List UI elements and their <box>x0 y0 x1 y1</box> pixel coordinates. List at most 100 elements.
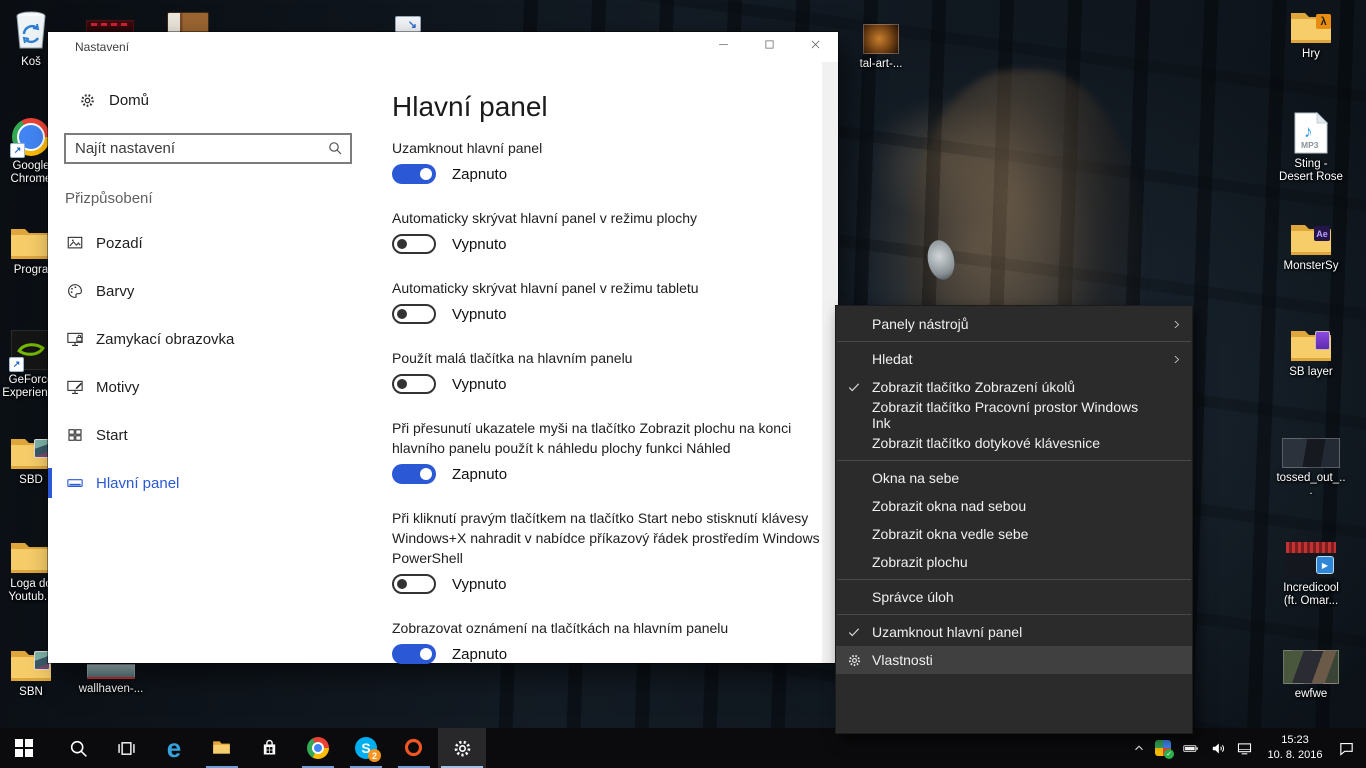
toggle-row-zobrazovat-oznameni-na-tlacitkach-na-h: Zapnuto <box>392 644 820 664</box>
sidebar-item-hlavni-panel[interactable]: Hlavní panel <box>48 459 392 507</box>
desktop-icon-hry[interactable]: λHry <box>1276 10 1346 61</box>
taskbar-button-search[interactable] <box>54 728 102 768</box>
close-button[interactable] <box>792 32 838 62</box>
search-input[interactable] <box>66 135 350 162</box>
skype-icon: S2 <box>355 737 377 759</box>
taskbar-button-skype[interactable]: S2 <box>342 728 390 768</box>
menu-separator <box>837 341 1191 342</box>
toggle-switch[interactable] <box>392 164 436 184</box>
taskbar-button-origin[interactable] <box>390 728 438 768</box>
menu-item-panely-nastroju[interactable]: Panely nástrojů <box>836 310 1192 338</box>
desktop-icon-art <box>1282 438 1340 468</box>
desktop-icon-art: ↗ <box>11 330 51 370</box>
menu-item-label: Okna na sebe <box>872 470 1160 486</box>
sidebar-item-home[interactable]: Domů <box>48 80 392 120</box>
search-box <box>64 133 352 164</box>
toggle-state-label: Vypnuto <box>452 306 507 323</box>
taskbar-button-settings[interactable] <box>438 728 486 768</box>
action-center-icon[interactable] <box>1337 740 1356 757</box>
taskbar-button-file-explorer[interactable] <box>198 728 246 768</box>
network-icon[interactable] <box>1236 740 1253 757</box>
desktop-icon-art: ▶ <box>1286 542 1336 578</box>
desktop-screen: ↘ Koš↗Google ChromeProgra↗GeForce Experi… <box>0 0 1366 768</box>
setting-pri-presunuti-ukazatele-mysi-na-tlacit: Při přesunutí ukazatele myši na tlačítko… <box>392 418 820 484</box>
origin-icon <box>403 737 425 759</box>
desktop-icon-monstersy[interactable]: AeMonsterSy <box>1276 222 1346 273</box>
menu-item-hledat[interactable]: Hledat <box>836 345 1192 373</box>
toggle-switch[interactable] <box>392 234 436 254</box>
desktop-icon-tossed-out[interactable]: tossed_out_... <box>1276 438 1346 498</box>
sidebar-item-motivy[interactable]: Motivy <box>48 363 392 411</box>
toggle-switch[interactable] <box>392 574 436 594</box>
search-icon <box>68 738 88 758</box>
window-titlebar[interactable]: Nastavení <box>48 32 838 62</box>
sidebar-item-label: Start <box>96 427 128 444</box>
menu-item-zobrazit-tlacitko-zobrazeni-ukolu[interactable]: Zobrazit tlačítko Zobrazení úkolů <box>836 373 1192 401</box>
desktop-icon-art: ↗ <box>12 118 50 156</box>
menu-item-zobrazit-tlacitko-dotykove-klavesnice[interactable]: Zobrazit tlačítko dotykové klávesnice <box>836 429 1192 457</box>
taskbar-button-start[interactable] <box>0 728 48 768</box>
menu-item-zobrazit-okna-nad-sebou[interactable]: Zobrazit okna nad sebou <box>836 492 1192 520</box>
purple-file-icon <box>1315 331 1330 350</box>
desktop-icon-ewfwe[interactable]: ewfwe <box>1276 650 1346 701</box>
toggle-switch[interactable] <box>392 304 436 324</box>
desktop-icon-sting-desert-rose[interactable]: ♪MP3Sting - Desert Rose <box>1276 112 1346 184</box>
desktop-icon-incredicool-ft-omar[interactable]: ▶Incredicool (ft. Omar... <box>1276 542 1346 608</box>
menu-item-label: Zobrazit tlačítko Pracovní prostor Windo… <box>872 399 1160 431</box>
window-title: Nastavení <box>75 40 700 54</box>
desktop-icon-art <box>9 540 53 574</box>
volume-icon[interactable] <box>1210 740 1227 757</box>
taskbar-clock[interactable]: 15:23 10. 8. 2016 <box>1262 733 1328 763</box>
sidebar-item-label: Hlavní panel <box>96 475 179 492</box>
image-thumbnail <box>1283 650 1339 684</box>
desktop-icon-art <box>9 226 53 260</box>
menu-item-zobrazit-okna-vedle-sebe[interactable]: Zobrazit okna vedle sebe <box>836 520 1192 548</box>
taskbar-button-task-view[interactable] <box>102 728 150 768</box>
minimize-icon <box>716 37 731 57</box>
battery-icon[interactable] <box>1180 740 1201 757</box>
setting-pouzit-mala-tlacitka-na-hlavnim-panelu: Použít malá tlačítka na hlavním paneluVy… <box>392 348 820 394</box>
toggle-switch[interactable] <box>392 464 436 484</box>
sidebar-item-pozadi[interactable]: Pozadí <box>48 219 392 267</box>
desktop-icon-tal-art[interactable]: tal-art-... <box>845 24 917 71</box>
maximize-button[interactable] <box>746 32 792 62</box>
toggle-knob <box>420 468 432 480</box>
palette-icon <box>66 282 84 300</box>
maximize-icon <box>762 37 777 57</box>
toggle-switch[interactable] <box>392 374 436 394</box>
menu-item-uzamknout-hlavni-panel[interactable]: Uzamknout hlavní panel <box>836 618 1192 646</box>
sidebar-item-start[interactable]: Start <box>48 411 392 459</box>
desktop-icon-sb-layer[interactable]: SB layer <box>1276 328 1346 379</box>
menu-item-zobrazit-plochu[interactable]: Zobrazit plochu <box>836 548 1192 576</box>
toggle-switch[interactable] <box>392 644 436 664</box>
desktop-icon-label: tossed_out_... <box>1276 472 1346 498</box>
desktop-icon-art <box>87 664 135 679</box>
toggle-row-pri-kliknuti-pravym-tlacitkem-na-tlaci: Vypnuto <box>392 574 820 594</box>
selected-indicator <box>48 468 52 498</box>
menu-item-spravce-uloh[interactable]: Správce úloh <box>836 583 1192 611</box>
google-drive-icon[interactable]: ✓ <box>1155 740 1171 756</box>
sidebar-item-barvy[interactable]: Barvy <box>48 267 392 315</box>
desktop-icon-wallhaven[interactable]: wallhaven-... <box>76 664 146 696</box>
desktop-icon-art <box>1289 328 1333 362</box>
menu-item-vlastnosti[interactable]: Vlastnosti <box>836 646 1192 674</box>
toggle-knob <box>397 579 407 589</box>
taskbar-button-chrome[interactable] <box>294 728 342 768</box>
setting-label: Uzamknout hlavní panel <box>392 138 820 158</box>
taskbar-button-store[interactable] <box>246 728 294 768</box>
half-life-icon: λ <box>1316 14 1331 29</box>
minimize-button[interactable] <box>700 32 746 62</box>
background-icon <box>66 234 84 252</box>
hidden-icons-chevron-icon[interactable] <box>1132 741 1146 755</box>
partial-desktop-icon-document[interactable]: ↘ <box>395 16 421 33</box>
desktop-icon-art: ♪MP3 <box>1294 112 1328 154</box>
settings-gear-icon <box>452 738 473 759</box>
taskbar-button-edge[interactable]: e <box>150 728 198 768</box>
sidebar-home-label: Domů <box>109 92 149 109</box>
toggle-row-pouzit-mala-tlacitka-na-hlavnim-panelu: Vypnuto <box>392 374 820 394</box>
menu-item-label: Zobrazit plochu <box>872 554 1160 570</box>
menu-item-zobrazit-tlacitko-pracovni-prostor-win[interactable]: Zobrazit tlačítko Pracovní prostor Windo… <box>836 401 1192 429</box>
setting-label: Při kliknutí pravým tlačítkem na tlačítk… <box>392 508 820 568</box>
menu-item-okna-na-sebe[interactable]: Okna na sebe <box>836 464 1192 492</box>
sidebar-item-zamykaci-obrazovka[interactable]: Zamykací obrazovka <box>48 315 392 363</box>
